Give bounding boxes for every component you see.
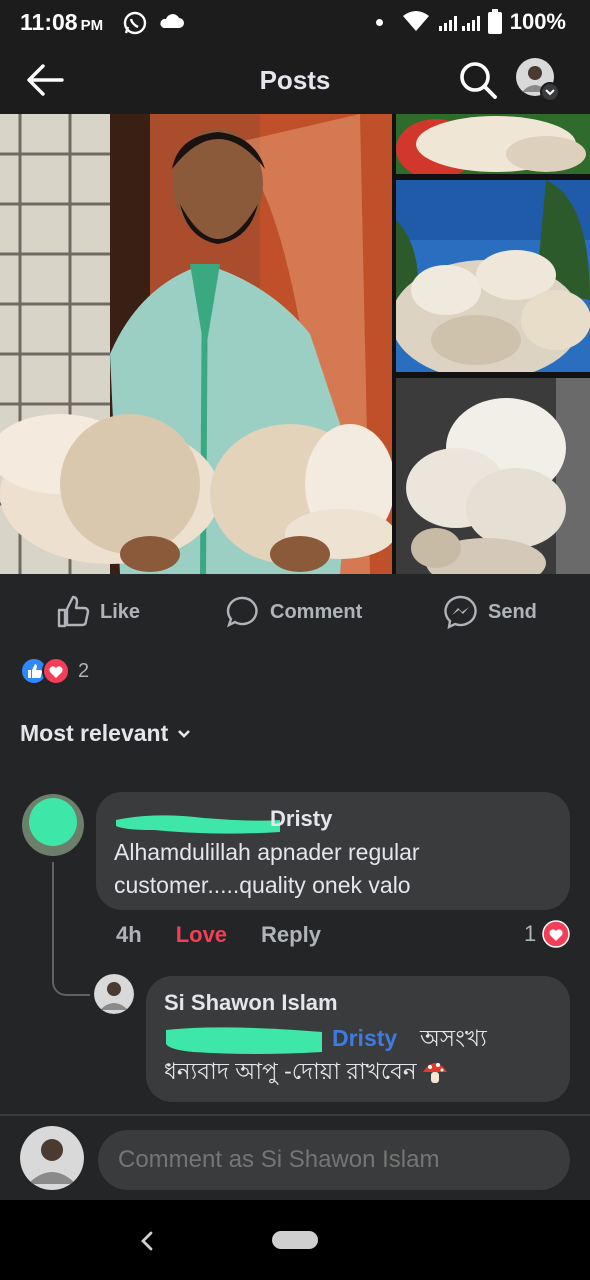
main-post-photo[interactable] (0, 114, 392, 574)
comment-time: 4h (116, 922, 142, 947)
comment-bubble: Dristy Alhamdulillah apnader regular cus… (96, 792, 570, 910)
page-title: Posts (259, 65, 331, 95)
love-reaction-icon (542, 920, 570, 948)
battery-percent: 100% (509, 9, 566, 34)
mushroom-photo-top[interactable] (396, 114, 590, 174)
comment-input[interactable] (98, 1130, 570, 1190)
replier-avatar[interactable] (94, 974, 134, 1014)
status-bar: 11:08 PM 100% (0, 0, 590, 44)
back-icon[interactable] (138, 1230, 156, 1252)
battery-icon (488, 9, 502, 34)
mushroom-emoji-icon (422, 1062, 447, 1083)
comment-sort-dropdown[interactable]: Most relevant (20, 720, 192, 747)
mushroom-photo-middle[interactable] (396, 180, 590, 372)
comment-text: Alhamdulillah apnader regular customer..… (114, 839, 420, 898)
mention-link[interactable]: Dristy (332, 1022, 397, 1055)
reply-thread-line (52, 862, 90, 996)
search-icon[interactable] (458, 60, 498, 100)
reactions-summary[interactable]: 2 (20, 656, 89, 686)
send-label: Send (488, 600, 537, 623)
reaction-count: 2 (78, 659, 90, 682)
app-bar: Posts (0, 44, 590, 114)
reply-button[interactable]: Reply (261, 922, 321, 948)
like-button[interactable]: Like (56, 584, 140, 640)
comment-meta: 4h Love Reply (116, 922, 321, 948)
reply-bubble: Si Shawon Islam Dristy অসংখ্য ধন্যবাদ আপ… (146, 976, 570, 1102)
cloud-icon (160, 14, 184, 28)
reply-author[interactable]: Si Shawon Islam (164, 990, 338, 1016)
commenter-avatar[interactable] (22, 794, 84, 856)
status-time: 11:08 PM (20, 9, 104, 35)
reply-text: Dristy অসংখ্য ধন্যবাদ আপু -দোয়া রাখবেন (164, 1022, 564, 1088)
like-label: Like (100, 600, 141, 623)
comment-label: Comment (270, 600, 363, 623)
love-reaction-icon (42, 657, 70, 685)
comment-bubble-icon (226, 596, 258, 628)
whatsapp-icon (123, 11, 147, 35)
my-avatar (20, 1126, 84, 1190)
thumbs-up-icon (57, 595, 90, 628)
notification-dot (376, 19, 383, 26)
mushroom-photo-bottom[interactable] (396, 378, 590, 574)
messenger-icon (444, 595, 477, 629)
home-pill[interactable] (272, 1231, 318, 1249)
comment-reaction-count[interactable]: 1 (524, 920, 570, 948)
signal-icon (439, 16, 480, 31)
system-nav-bar (0, 1200, 590, 1280)
profile-avatar-button[interactable] (516, 58, 560, 102)
comment-button[interactable]: Comment (226, 584, 362, 640)
redaction-mark (166, 1027, 322, 1054)
post-photo-grid (0, 114, 590, 574)
chevron-down-icon (178, 729, 191, 738)
wifi-icon (403, 11, 429, 31)
comment-author[interactable]: Dristy (114, 806, 364, 834)
love-button[interactable]: Love (176, 922, 227, 948)
sort-label: Most relevant (20, 720, 169, 746)
chevron-down-icon (540, 82, 560, 102)
composer-divider (0, 1114, 590, 1116)
post-actions: Like Comment Send (0, 584, 590, 640)
send-button[interactable]: Send (444, 584, 537, 640)
redaction-mark (116, 815, 280, 834)
